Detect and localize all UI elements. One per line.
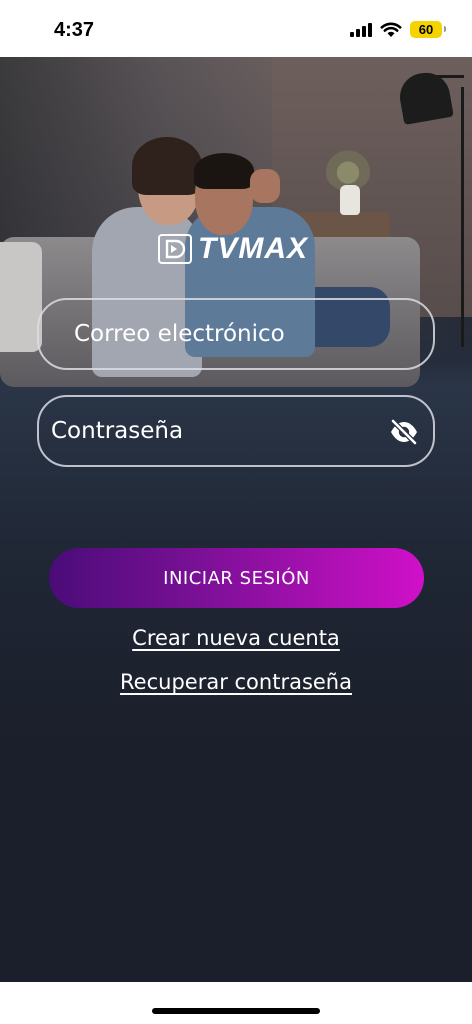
email-input[interactable] [39,321,433,347]
tvmax-logo-text: TVMAX [198,232,308,265]
vase [340,185,360,215]
recover-password-link[interactable]: Recuperar contraseña [0,670,472,694]
login-button[interactable]: INICIAR SESIÓN [49,548,424,608]
status-bar: 4:37 60 [0,0,472,57]
floor-lamp-pole [461,87,464,347]
raised-fist [250,169,280,203]
password-field[interactable] [37,395,435,467]
pillow [0,242,42,352]
tvmax-logo-mark-icon [158,234,192,264]
home-indicator[interactable] [152,1008,320,1014]
battery-icon: 60 [410,21,446,38]
battery-level: 60 [418,22,434,37]
eye-slash-icon[interactable] [389,419,419,445]
tvmax-logo: TVMAX [158,232,308,266]
status-time: 4:37 [54,19,95,41]
email-field[interactable] [37,298,435,370]
status-icons: 60 [350,21,446,38]
create-account-link[interactable]: Crear nueva cuenta [0,626,472,650]
login-screen: 4:37 60 TVMAX Correo electrónico INICIAR… [0,0,472,1024]
password-input[interactable] [39,418,433,444]
wifi-icon [380,22,402,37]
person-right-hair [194,153,254,189]
cellular-signal-icon [350,22,372,37]
person-left-hair [132,137,202,195]
home-indicator-area [0,982,472,1024]
